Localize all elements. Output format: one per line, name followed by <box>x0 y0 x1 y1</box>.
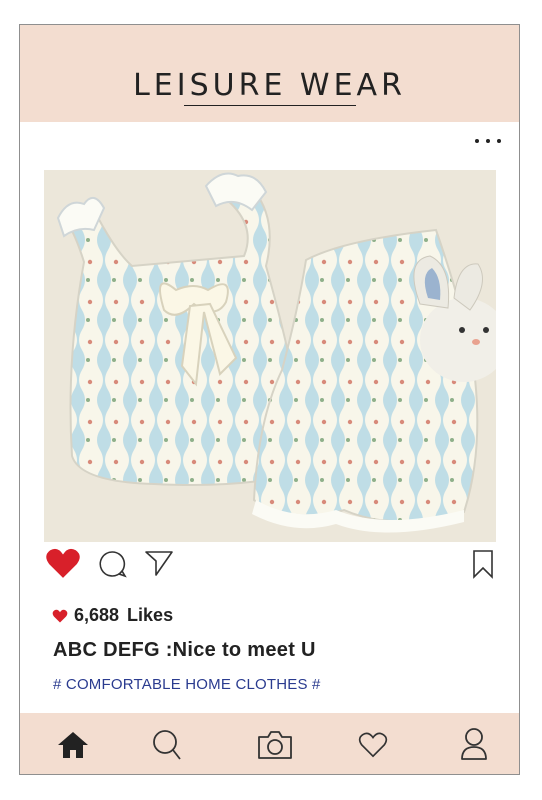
post-caption: ABC DEFG :Nice to meet U <box>53 639 316 661</box>
search-icon[interactable] <box>152 729 182 761</box>
likes-row: 6,688 Likes <box>52 605 173 626</box>
heart-icon[interactable] <box>46 547 80 579</box>
post-photo <box>44 170 496 542</box>
page-title: LEISURE WEAR <box>133 68 406 103</box>
likes-heart-icon <box>52 609 68 623</box>
bookmark-icon[interactable] <box>472 549 494 579</box>
likes-count: 6,688 <box>74 605 120 625</box>
post-hashtag[interactable]: # COMFORTABLE HOME CLOTHES # <box>53 676 321 693</box>
likes-label: Likes <box>127 605 174 625</box>
home-icon[interactable] <box>56 730 90 760</box>
header-bar: LEISURE WEAR <box>20 25 519 122</box>
share-icon[interactable] <box>144 549 174 577</box>
more-options-icon[interactable] <box>475 131 501 149</box>
bottom-nav <box>20 713 519 774</box>
post-frame: LEISURE WEAR 6,688 Likes ABC DEFG:Nice … <box>19 24 520 775</box>
title-underline <box>184 105 356 106</box>
profile-icon[interactable] <box>460 727 488 761</box>
camera-icon[interactable] <box>256 729 294 761</box>
activity-heart-icon[interactable] <box>357 731 389 759</box>
comment-icon[interactable] <box>97 549 127 579</box>
